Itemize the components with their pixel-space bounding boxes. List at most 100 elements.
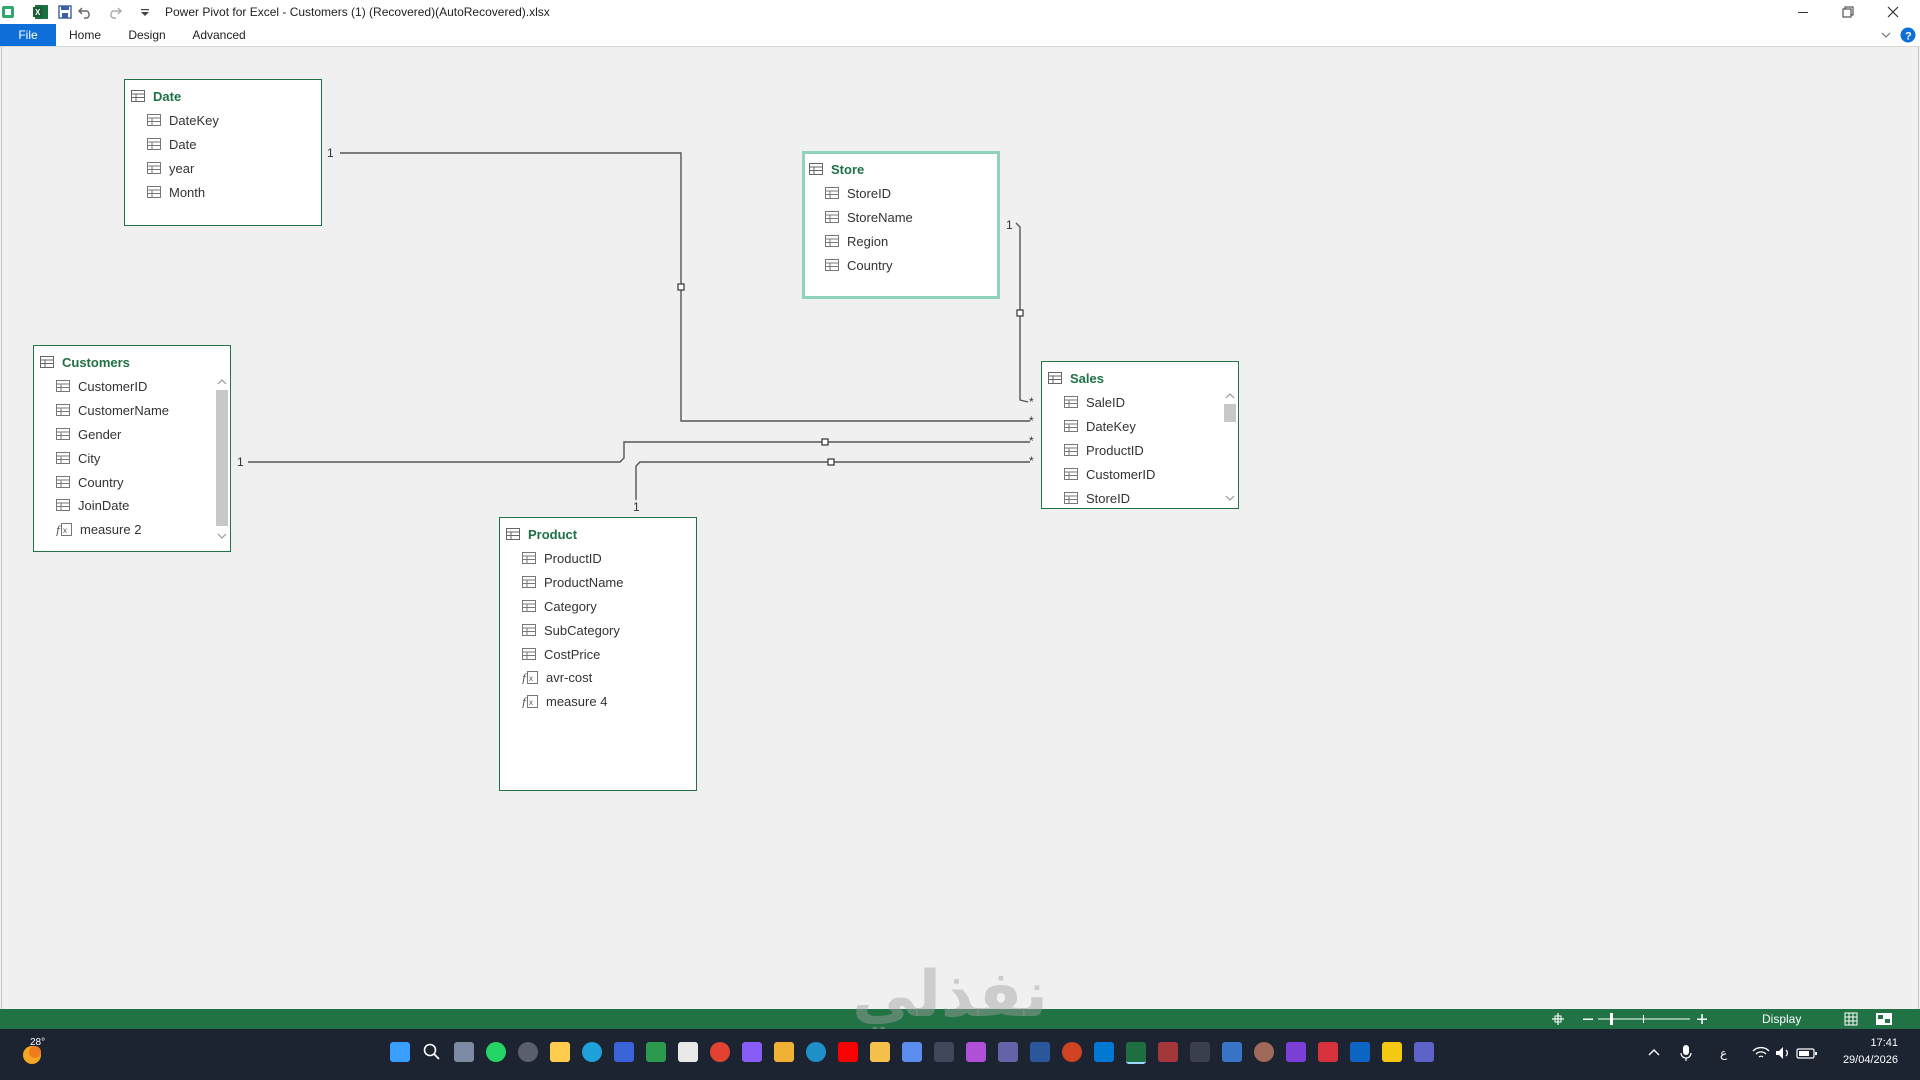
cardinality-one-customers: 1 [237,455,244,469]
tray-chevron-icon[interactable] [1646,1045,1662,1061]
calendar-icon[interactable] [550,1042,570,1062]
field-row[interactable]: JoinDate [56,495,129,515]
table-header[interactable]: Product [506,524,577,544]
chrome-icon[interactable] [710,1042,730,1062]
whatsapp-icon[interactable] [486,1042,506,1062]
table-header[interactable]: Customers [40,352,130,372]
column-icon [1064,492,1078,504]
field-row[interactable]: CustomerID [1064,464,1155,484]
field-row[interactable]: Region [825,231,888,251]
remote-icon[interactable] [1222,1042,1242,1062]
field-row[interactable]: Gender [56,424,121,444]
clock-date[interactable]: 29/04/2026 [1828,1054,1898,1066]
onenote-icon[interactable] [966,1042,986,1062]
access-icon[interactable] [1158,1042,1178,1062]
media-icon[interactable] [518,1042,538,1062]
field-row[interactable]: SaleID [1064,392,1125,412]
folder-icon[interactable] [870,1042,890,1062]
zoom-slider[interactable] [1598,1011,1690,1027]
youtube-icon[interactable] [838,1042,858,1062]
fit-to-screen-icon[interactable] [1550,1011,1566,1027]
table-sales[interactable]: Sales SaleID DateKey ProductID CustomerI… [1041,361,1239,509]
word-icon[interactable] [1030,1042,1050,1062]
copilot-icon[interactable] [742,1042,762,1062]
language-indicator[interactable]: ع [1720,1046,1727,1060]
svg-text:x: x [529,698,533,707]
powerpoint-icon[interactable] [1062,1042,1082,1062]
field-row[interactable]: CustomerName [56,400,169,420]
measure-row[interactable]: f x measure 4 [522,691,607,711]
field-name: Region [847,233,889,249]
project-icon[interactable] [646,1042,666,1062]
vscode-icon[interactable] [1094,1042,1114,1062]
field-row[interactable]: Country [56,472,124,492]
table-header[interactable]: Store [809,159,864,179]
field-row[interactable]: ProductName [522,572,623,592]
field-row[interactable]: StoreID [825,183,891,203]
clock-time[interactable]: 17:41 [1838,1037,1898,1049]
table-product[interactable]: Product ProductID ProductName Category S… [499,517,697,791]
field-row[interactable]: CustomerID [56,376,147,396]
edge-dev-icon[interactable] [806,1042,826,1062]
table-icon [506,528,520,540]
zoom-out-icon[interactable] [1580,1011,1596,1027]
task-view-icon[interactable] [454,1042,474,1062]
measure-row[interactable]: f x measure 2 [56,519,141,539]
field-row[interactable]: StoreName [825,207,913,227]
field-row[interactable]: ProductID [522,548,602,568]
excel-taskbar-icon[interactable] [1126,1042,1146,1064]
table-header[interactable]: Sales [1048,368,1104,388]
column-icon [1064,468,1078,480]
table-scrollbar[interactable] [214,376,230,546]
diagram-view-icon[interactable] [1875,1011,1893,1027]
linkedin-icon[interactable] [1350,1042,1370,1062]
field-name: DateKey [169,112,219,128]
battery-icon[interactable] [1796,1045,1818,1061]
field-row[interactable]: StoreID [1064,488,1130,508]
search-icon[interactable] [422,1042,442,1062]
field-row[interactable]: Date [147,134,196,154]
field-row[interactable]: DateKey [147,110,219,130]
field-name: Country [78,474,124,490]
table-customers[interactable]: Customers CustomerID CustomerName Gender… [33,345,231,552]
field-row[interactable]: City [56,448,100,468]
start-icon[interactable] [390,1042,410,1062]
edge-icon[interactable] [582,1042,602,1062]
field-row[interactable]: Country [825,255,893,275]
notepad-icon[interactable] [678,1042,698,1062]
wifi-icon[interactable] [1752,1045,1770,1061]
table-header[interactable]: Date [131,86,181,106]
stack-icon[interactable] [774,1042,794,1062]
field-row[interactable]: Category [522,596,597,616]
measure-row[interactable]: f x avr-cost [522,667,592,687]
powerbi-icon[interactable] [1382,1042,1402,1062]
grid-view-icon[interactable] [1843,1011,1859,1027]
teams-chat-icon[interactable] [1414,1042,1434,1062]
app-icon[interactable] [614,1042,634,1062]
table-date[interactable]: Date DateKey Date year Month [124,79,322,226]
field-name: StoreName [847,209,913,225]
visual-studio-icon[interactable] [1286,1042,1306,1062]
zoom-in-icon[interactable] [1694,1011,1710,1027]
store-icon[interactable] [902,1042,922,1062]
field-row[interactable]: year [147,158,194,178]
volume-icon[interactable] [1774,1045,1792,1061]
relation-product-sales [635,461,1030,500]
microphone-icon[interactable] [1678,1044,1694,1062]
user-app-icon[interactable] [1254,1042,1274,1062]
table-icon [1048,372,1062,384]
table-scrollbar[interactable] [1222,390,1238,506]
download-icon[interactable] [1190,1042,1210,1062]
field-row[interactable]: ProductID [1064,440,1144,460]
teams-icon[interactable] [998,1042,1018,1062]
field-row[interactable]: Month [147,182,205,202]
field-name: Month [169,184,206,200]
relation-handle [821,438,829,446]
table-name: Customers [62,354,130,370]
table-store[interactable]: Store StoreID StoreName Region Country [802,151,1000,299]
field-row[interactable]: SubCategory [522,620,620,640]
adobe-icon[interactable] [1318,1042,1338,1062]
field-row[interactable]: DateKey [1064,416,1136,436]
field-row[interactable]: CostPrice [522,644,600,664]
calculator-icon[interactable] [934,1042,954,1062]
